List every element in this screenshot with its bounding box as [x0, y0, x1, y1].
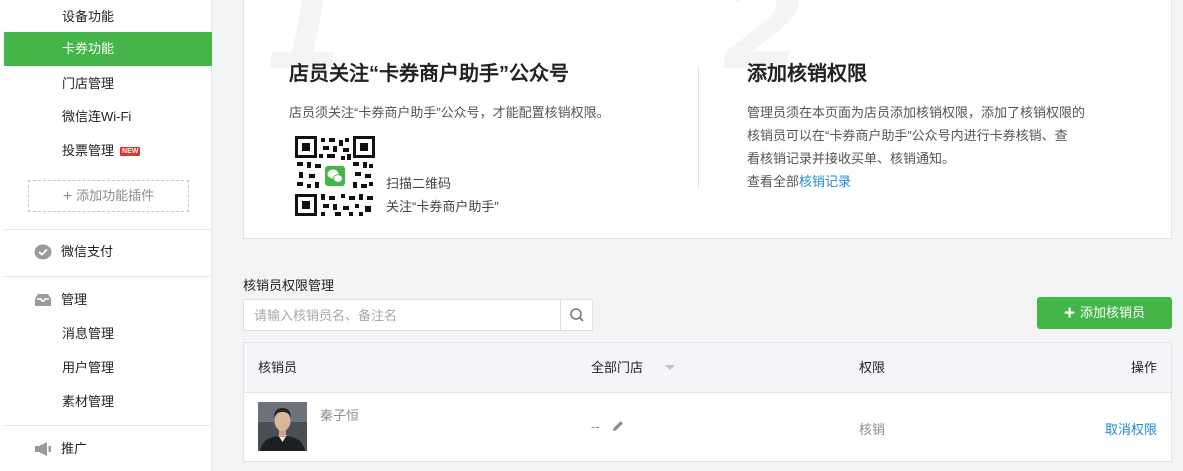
sidebar-item-messages[interactable]: 消息管理 — [4, 317, 212, 351]
search-box — [243, 299, 593, 331]
sidebar-divider — [4, 276, 212, 277]
add-plugin-label: 添加功能插件 — [76, 188, 155, 203]
qr-code — [295, 136, 375, 216]
store-cell: -- — [591, 419, 625, 434]
column-staff: 核销员 — [258, 360, 298, 375]
sidebar-item-vote[interactable]: 投票管理 NEW — [4, 134, 212, 168]
step-2-desc-line: 核销员可以在“卡券商户助手”公众号内进行卡券核销、查 — [747, 128, 1068, 143]
qr-caption: 扫描二维码 关注“卡券商户助手” — [386, 172, 499, 218]
sidebar-group-wechat-pay[interactable]: 微信支付 — [4, 235, 212, 269]
step-2-desc-line: 查看全部核销记录 — [747, 170, 1085, 193]
sidebar-divider — [4, 229, 212, 230]
permission-value: 核销 — [859, 422, 886, 437]
sidebar-item-label: 投票管理 — [62, 143, 115, 158]
sidebar-group-manage[interactable]: 管理 — [4, 283, 212, 317]
search-button[interactable] — [560, 300, 592, 330]
sidebar-item-stores[interactable]: 门店管理 — [4, 67, 212, 101]
step-1-description: 店员须关注“卡券商户助手”公众号，才能配置核销权限。 — [289, 105, 610, 120]
wechat-pay-icon — [34, 244, 52, 260]
step-2-title: 添加核销权限 — [747, 63, 867, 85]
inbox-icon — [35, 294, 51, 306]
add-redeemer-label: 添加核销员 — [1080, 305, 1146, 320]
sidebar: 设备功能 卡券功能 门店管理 微信连Wi-Fi 投票管理 NEW + 添加功能插件 … — [0, 0, 212, 471]
sidebar-group-label: 微信支付 — [61, 244, 114, 259]
table-header: 核销员 全部门店 权限 操作 — [244, 343, 1171, 393]
store-value: -- — [591, 419, 600, 434]
step-2-desc-line: 管理员须在本页面为店员添加核销权限，添加了核销权限的 — [747, 105, 1086, 120]
add-redeemer-button[interactable]: + 添加核销员 — [1037, 297, 1172, 329]
redeemer-table: 核销员 全部门店 权限 操作 秦子恒 -- 核销 取消权限 — [243, 342, 1172, 462]
search-input[interactable] — [244, 300, 562, 330]
staff-name: 秦子恒 — [320, 408, 360, 423]
sidebar-group-promote[interactable]: 推广 — [4, 432, 212, 466]
sidebar-item-materials[interactable]: 素材管理 — [4, 385, 212, 419]
qr-caption-line: 扫描二维码 — [386, 176, 452, 191]
qr-caption-line: 关注“卡券商户助手” — [386, 199, 499, 214]
sidebar-item-device[interactable]: 设备功能 — [4, 0, 212, 34]
redeem-records-link[interactable]: 核销记录 — [799, 174, 851, 189]
sidebar-item-users[interactable]: 用户管理 — [4, 351, 212, 385]
plus-icon: + — [62, 188, 73, 205]
search-icon — [570, 308, 584, 322]
add-plugin-button[interactable]: + 添加功能插件 — [28, 180, 189, 212]
edit-pencil-icon[interactable] — [611, 419, 625, 433]
sidebar-group-label: 管理 — [61, 292, 88, 307]
step-2-description: 管理员须在本页面为店员添加核销权限，添加了核销权限的 核销员可以在“卡券商户助手… — [747, 101, 1085, 193]
dropdown-caret-icon — [665, 365, 676, 370]
sidebar-group-label: 推广 — [61, 441, 88, 456]
new-badge: NEW — [120, 147, 141, 156]
section-title: 核销员权限管理 — [243, 278, 335, 293]
megaphone-icon — [35, 442, 51, 456]
sidebar-divider — [4, 425, 212, 426]
step-1-title: 店员关注“卡券商户助手”公众号 — [289, 63, 569, 85]
sidebar-item-card-coupon[interactable]: 卡券功能 — [4, 32, 212, 66]
store-filter[interactable]: 全部门店 — [591, 343, 676, 393]
step-2-desc-line: 看核销记录并接收买单、核销通知。 — [747, 151, 956, 166]
sidebar-item-wifi[interactable]: 微信连Wi-Fi — [4, 100, 212, 134]
column-permission: 权限 — [859, 360, 886, 375]
view-all-text: 查看全部 — [747, 174, 800, 189]
column-store: 全部门店 — [591, 360, 644, 375]
column-action: 操作 — [1130, 360, 1157, 375]
steps-panel: 1 店员关注“卡券商户助手”公众号 店员须关注“卡券商户助手”公众号，才能配置核… — [243, 0, 1172, 239]
step-divider — [698, 66, 699, 189]
revoke-permission-link[interactable]: 取消权限 — [1105, 419, 1157, 438]
avatar — [258, 402, 307, 451]
plus-icon: + — [1063, 303, 1076, 324]
